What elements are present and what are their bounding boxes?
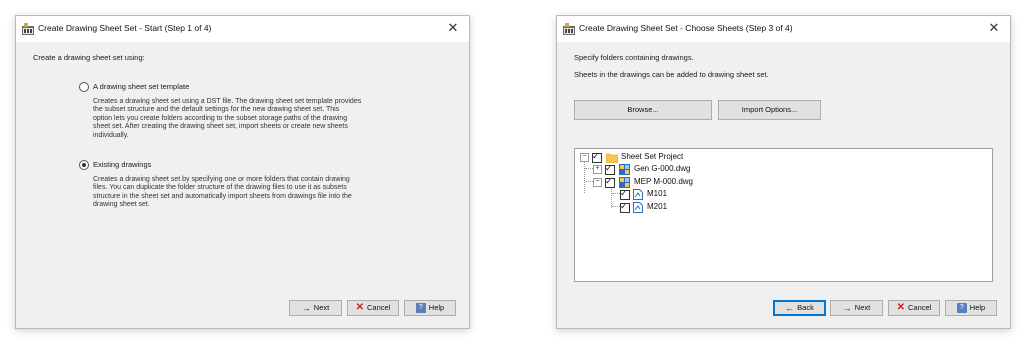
cancel-button[interactable]: ✕ Cancel	[347, 300, 399, 316]
description-line: structure in the sheet set and automatic…	[93, 192, 352, 200]
collapse-toggle[interactable]: −	[580, 153, 589, 162]
title-bar[interactable]: Create Drawing Sheet Set - Start (Step 1…	[16, 16, 469, 42]
m201-checkbox[interactable]: ✓	[620, 201, 630, 213]
check-icon: ✓	[620, 188, 628, 198]
folder-icon	[606, 153, 618, 163]
title-bar[interactable]: Create Drawing Sheet Set - Choose Sheets…	[557, 16, 1010, 42]
help-button[interactable]: ? Help	[404, 300, 456, 316]
arrow-right-icon: →	[842, 303, 852, 314]
tree-label: Sheet Set Project	[621, 152, 684, 161]
tree-label: M101	[647, 189, 668, 198]
template-option-description: Creates a drawing sheet set using a DST …	[93, 98, 413, 140]
tree-node-mep-m-000[interactable]: − ✓ MEP M-000.dwg	[575, 176, 875, 188]
browse-button[interactable]: Browse...	[574, 100, 712, 120]
import-options-button[interactable]: Import Options...	[718, 100, 821, 120]
instruction-sheets: Sheets in the drawings can be added to d…	[574, 70, 769, 79]
sheet-set-app-icon	[22, 23, 34, 35]
description-line: files. You can duplicate the folder stru…	[93, 184, 347, 192]
cancel-x-icon: ✕	[896, 302, 906, 314]
help-icon: ?	[415, 303, 426, 314]
help-button[interactable]: ? Help	[945, 300, 997, 316]
check-icon: ✓	[605, 163, 613, 173]
cancel-label: Cancel	[908, 303, 932, 312]
sheet-set-app-icon	[563, 23, 575, 35]
drawing-file-icon	[619, 177, 630, 188]
choose-sheets-dialog: Create Drawing Sheet Set - Choose Sheets…	[556, 15, 1011, 329]
description-line: the subset structure and the default set…	[93, 106, 340, 114]
cancel-button[interactable]: ✕ Cancel	[888, 300, 940, 316]
check-icon: ✓	[605, 176, 613, 186]
gen-g-000-checkbox[interactable]: ✓	[605, 163, 615, 175]
existing-drawings-radio[interactable]	[79, 160, 89, 170]
mep-m-000-checkbox[interactable]: ✓	[605, 176, 615, 188]
back-button[interactable]: ← Back	[773, 300, 826, 316]
create-prompt: Create a drawing sheet set using:	[33, 53, 145, 62]
help-label: Help	[969, 303, 986, 312]
expand-toggle[interactable]: +	[593, 165, 602, 174]
template-option-label: A drawing sheet set template	[93, 82, 190, 91]
description-line: individually.	[93, 131, 129, 139]
check-icon: ✓	[592, 151, 600, 161]
tree-node-sheet-set-project[interactable]: − ✓ Sheet Set Project	[575, 151, 875, 163]
description-line: drawing sheet set.	[93, 201, 150, 209]
drawing-file-icon	[619, 164, 630, 175]
sheet-icon	[633, 202, 643, 213]
instruction-folders: Specify folders containing drawings.	[574, 53, 694, 62]
dialog-title: Create Drawing Sheet Set - Choose Sheets…	[579, 23, 793, 33]
m101-checkbox[interactable]: ✓	[620, 188, 630, 200]
next-label: Next	[854, 303, 871, 312]
tree-label: M201	[647, 202, 668, 211]
tree-node-m101[interactable]: ✓ M101	[575, 188, 875, 200]
next-button[interactable]: → Next	[289, 300, 342, 316]
next-label: Next	[313, 303, 330, 312]
description-line: Creates a drawing sheet set using a DST …	[93, 98, 362, 105]
tree-label: Gen G-000.dwg	[634, 164, 691, 173]
description-line: Creates a drawing sheet set by specifyin…	[93, 176, 350, 183]
drawings-tree[interactable]: − ✓ Sheet Set Project + ✓ Gen G-000.dwg …	[574, 148, 993, 282]
description-line: sheet set. After creating the drawing sh…	[93, 123, 348, 131]
arrow-right-icon: →	[301, 303, 311, 314]
close-icon: ✕	[447, 20, 459, 35]
cancel-x-icon: ✕	[355, 302, 365, 314]
tree-node-m201[interactable]: ✓ M201	[575, 201, 875, 213]
tree-node-gen-g-000[interactable]: + ✓ Gen G-000.dwg	[575, 163, 875, 175]
dialog-title: Create Drawing Sheet Set - Start (Step 1…	[38, 23, 212, 33]
sheet-set-project-checkbox[interactable]: ✓	[592, 151, 602, 163]
start-dialog: Create Drawing Sheet Set - Start (Step 1…	[15, 15, 470, 329]
radio-selected-dot	[82, 163, 86, 167]
help-label: Help	[428, 303, 445, 312]
tree-label: MEP M-000.dwg	[634, 177, 693, 186]
next-button[interactable]: → Next	[830, 300, 883, 316]
arrow-left-icon: ←	[785, 303, 795, 314]
check-icon: ✓	[620, 201, 628, 211]
sheet-icon	[633, 189, 643, 200]
help-icon: ?	[956, 303, 967, 314]
existing-drawings-description: Creates a drawing sheet set by specifyin…	[93, 176, 413, 210]
description-line: option lets you create folders according…	[93, 114, 348, 122]
close-icon: ✕	[988, 20, 1000, 35]
back-label: Back	[797, 303, 814, 312]
collapse-toggle[interactable]: −	[593, 178, 602, 187]
existing-drawings-label: Existing drawings	[93, 160, 152, 169]
close-button[interactable]: ✕	[443, 19, 463, 37]
cancel-label: Cancel	[367, 303, 391, 312]
template-radio[interactable]	[79, 82, 89, 92]
close-button[interactable]: ✕	[984, 19, 1004, 37]
